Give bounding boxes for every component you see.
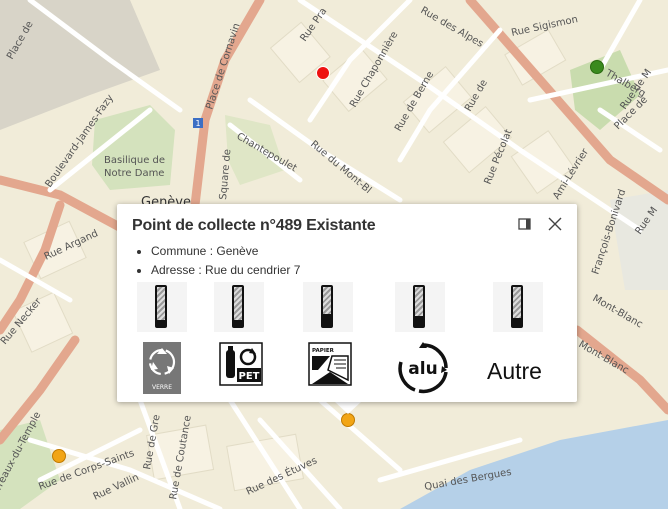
popup-title: Point de collecte n°489 Existante — [132, 217, 376, 234]
collection-point-marker-orange[interactable] — [52, 449, 66, 463]
fill-gauge-pet — [214, 282, 264, 332]
commune-field: Commune : Genève — [151, 242, 300, 261]
verre-label: VERRE — [152, 384, 172, 391]
autre-label: Autre — [487, 358, 542, 384]
verre-recycle-icon: VERRE — [143, 342, 181, 394]
pet-bottle-icon: PET — [219, 342, 263, 386]
dock-icon[interactable] — [517, 216, 533, 232]
popup-attributes: Commune : Genève Adresse : Rue du cendri… — [135, 242, 300, 280]
collection-point-marker-red[interactable] — [316, 66, 330, 80]
fill-gauge-verre — [137, 282, 187, 332]
pet-label: PET — [239, 371, 260, 382]
fill-gauge-papier — [303, 282, 353, 332]
feature-popup: Point de collecte n°489 Existante Commun… — [117, 204, 577, 402]
map-label-notre-dame: Notre Dame — [104, 168, 164, 179]
fill-gauge-autre — [493, 282, 543, 332]
close-icon[interactable] — [547, 216, 563, 232]
fill-level-row — [117, 282, 577, 334]
alu-label: alu — [408, 359, 437, 379]
papier-label: PAPIER — [312, 348, 335, 354]
alu-recycle-icon: alu — [398, 342, 448, 394]
fill-gauge-alu — [395, 282, 445, 332]
adresse-field: Adresse : Rue du cendrier 7 — [151, 261, 300, 280]
papier-icon: PAPIER — [308, 342, 352, 386]
route-sign-label: 1 — [195, 119, 200, 128]
popup-controls — [517, 216, 563, 232]
collection-point-marker-green[interactable] — [590, 60, 604, 74]
map-label-basilique: Basilique de — [104, 155, 165, 166]
collection-point-marker-selected[interactable] — [341, 413, 355, 427]
waste-type-row: VERRE PET PAPIER alu Autre — [117, 342, 577, 398]
